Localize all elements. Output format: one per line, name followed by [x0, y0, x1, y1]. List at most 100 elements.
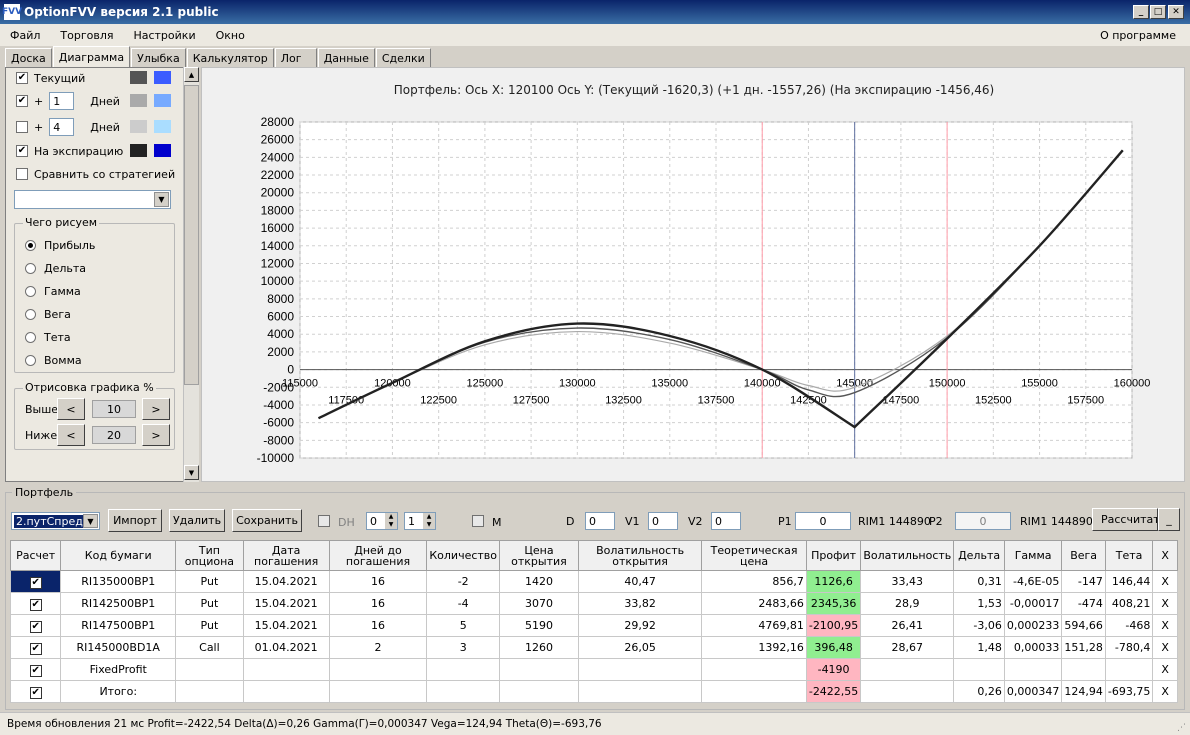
plus4-checkbox[interactable]	[16, 121, 28, 133]
cell-v[interactable]	[860, 658, 955, 681]
save-button[interactable]: Сохранить	[232, 509, 302, 532]
cell-code[interactable]: RI147500BP1	[60, 614, 177, 637]
p1-input[interactable]: 0	[795, 512, 851, 530]
tab-smile[interactable]: Улыбка	[131, 48, 186, 67]
m-checkbox[interactable]	[472, 515, 484, 527]
cell-days[interactable]	[328, 658, 428, 681]
column-header[interactable]: Волатильность	[860, 540, 955, 571]
cell-qty[interactable]: -4	[426, 592, 501, 615]
column-header[interactable]: Гамма	[1003, 540, 1063, 571]
cell-profit[interactable]: 396,48	[805, 636, 862, 659]
cell-v[interactable]: 26,41	[860, 614, 955, 637]
cell-theo[interactable]	[701, 658, 807, 681]
cell-price[interactable]	[499, 658, 579, 681]
tab-data[interactable]: Данные	[317, 48, 375, 67]
menu-about[interactable]: О программе	[1090, 29, 1190, 42]
cell-price[interactable]: 3070	[499, 592, 579, 615]
v2-input[interactable]: 0	[711, 512, 741, 530]
cell-delta[interactable]: 1,53	[953, 592, 1005, 615]
column-header[interactable]: Дата погашения	[242, 540, 330, 571]
cell-v[interactable]: 33,43	[860, 570, 955, 593]
close-button[interactable]: ✕	[1168, 5, 1184, 19]
column-header[interactable]: Количество	[426, 540, 501, 571]
plus4-days-input[interactable]: 4	[49, 118, 75, 136]
plus1-days-input[interactable]: 1	[49, 92, 75, 110]
cell-vega[interactable]: -474	[1061, 592, 1106, 615]
remove-row-button[interactable]: X	[1152, 570, 1178, 593]
table-row[interactable]: ✔ FixedProfit -4190 X	[9, 658, 1178, 681]
cell-type[interactable]: Put	[175, 614, 244, 637]
cell-gamma[interactable]: -4,6E-05	[1003, 570, 1063, 593]
cell-vol[interactable]: 29,92	[577, 614, 703, 637]
maximize-button[interactable]: □	[1150, 5, 1166, 19]
resize-grip-icon[interactable]: ⋰	[1177, 723, 1186, 733]
settings-scrollbar[interactable]: ▲ ▼	[183, 67, 199, 482]
cell-days[interactable]: 2	[328, 636, 428, 659]
cell-theta[interactable]: -693,75	[1104, 680, 1154, 703]
cell-price[interactable]: 1420	[499, 570, 579, 593]
current-checkbox[interactable]: ✔	[16, 72, 28, 84]
cell-days[interactable]: 16	[328, 592, 428, 615]
plus1-color2-swatch[interactable]	[154, 94, 171, 107]
cell-date[interactable]: 01.04.2021	[242, 636, 330, 659]
plus4-color-swatch[interactable]	[130, 120, 147, 133]
strategy-select[interactable]: ▼	[14, 190, 171, 209]
cell-price[interactable]	[499, 680, 579, 703]
below-decrease-button[interactable]: <	[57, 424, 85, 446]
cell-qty[interactable]: 3	[426, 636, 501, 659]
cell-vega[interactable]: 124,94	[1061, 680, 1106, 703]
remove-row-button[interactable]: X	[1152, 680, 1178, 703]
calc-checkbox[interactable]: ✔	[29, 686, 42, 699]
cell-delta[interactable]: 1,48	[953, 636, 1005, 659]
cell-vega[interactable]	[1061, 658, 1106, 681]
cell-gamma[interactable]: 0,000347	[1003, 680, 1063, 703]
cell-profit[interactable]: 2345,36	[805, 592, 862, 615]
dh-checkbox[interactable]	[318, 515, 330, 527]
cell-vega[interactable]: 594,66	[1061, 614, 1106, 637]
calc-checkbox-cell[interactable]: ✔	[9, 592, 62, 615]
expiry-color2-swatch[interactable]	[154, 144, 171, 157]
cell-days[interactable]: 16	[328, 570, 428, 593]
current-color-swatch[interactable]	[130, 71, 147, 84]
column-header[interactable]: Вега	[1061, 540, 1106, 571]
cell-theta[interactable]: -468	[1104, 614, 1154, 637]
cell-date[interactable]: 15.04.2021	[242, 570, 330, 593]
calc-checkbox-cell[interactable]: ✔	[9, 658, 62, 681]
spin-arrows-icon[interactable]: ▲ ▼	[385, 513, 397, 529]
cell-theta[interactable]	[1104, 658, 1154, 681]
plus1-color-swatch[interactable]	[130, 94, 147, 107]
cell-gamma[interactable]: 0,00033	[1003, 636, 1063, 659]
delete-button[interactable]: Удалить	[169, 509, 225, 532]
tab-log[interactable]: Лог	[274, 48, 317, 67]
cell-date[interactable]: 15.04.2021	[242, 614, 330, 637]
remove-row-button[interactable]: X	[1152, 636, 1178, 659]
cell-date[interactable]	[242, 680, 330, 703]
table-row[interactable]: ✔ RI145000BD1A Call 01.04.2021 2 3 1260 26,05 13…	[9, 636, 1178, 659]
spin-arrows-icon[interactable]: ▲ ▼	[423, 513, 435, 529]
calc-checkbox[interactable]: ✔	[29, 598, 42, 611]
cell-theta[interactable]: -780,4	[1104, 636, 1154, 659]
cell-theo[interactable]: 1392,16	[701, 636, 807, 659]
cell-vol[interactable]	[577, 658, 703, 681]
cell-type[interactable]: Put	[175, 592, 244, 615]
chevron-down-icon[interactable]: ▼	[154, 192, 169, 207]
cell-gamma[interactable]: -0,00017	[1003, 592, 1063, 615]
plus4-color2-swatch[interactable]	[154, 120, 171, 133]
remove-row-button[interactable]: X	[1152, 592, 1178, 615]
cell-gamma[interactable]: 0,000233	[1003, 614, 1063, 637]
remove-row-button[interactable]: X	[1152, 658, 1178, 681]
table-row[interactable]: ✔ RI147500BP1 Put 15.04.2021 16 5 5190 29,92 476…	[9, 614, 1178, 637]
cell-days[interactable]	[328, 680, 428, 703]
cell-vega[interactable]: 151,28	[1061, 636, 1106, 659]
menu-window[interactable]: Окно	[206, 29, 255, 42]
cell-profit[interactable]: 1126,6	[805, 570, 862, 593]
import-button[interactable]: Импорт	[108, 509, 162, 532]
cell-theo[interactable]: 856,7	[701, 570, 807, 593]
cell-vol[interactable]	[577, 680, 703, 703]
calc-checkbox-cell[interactable]: ✔	[9, 614, 62, 637]
cell-profit[interactable]: -2100,95	[805, 614, 862, 637]
cell-qty[interactable]	[426, 658, 501, 681]
tab-diagram[interactable]: Диаграмма	[52, 46, 131, 67]
cell-type[interactable]	[175, 680, 244, 703]
scroll-thumb[interactable]	[184, 85, 199, 385]
